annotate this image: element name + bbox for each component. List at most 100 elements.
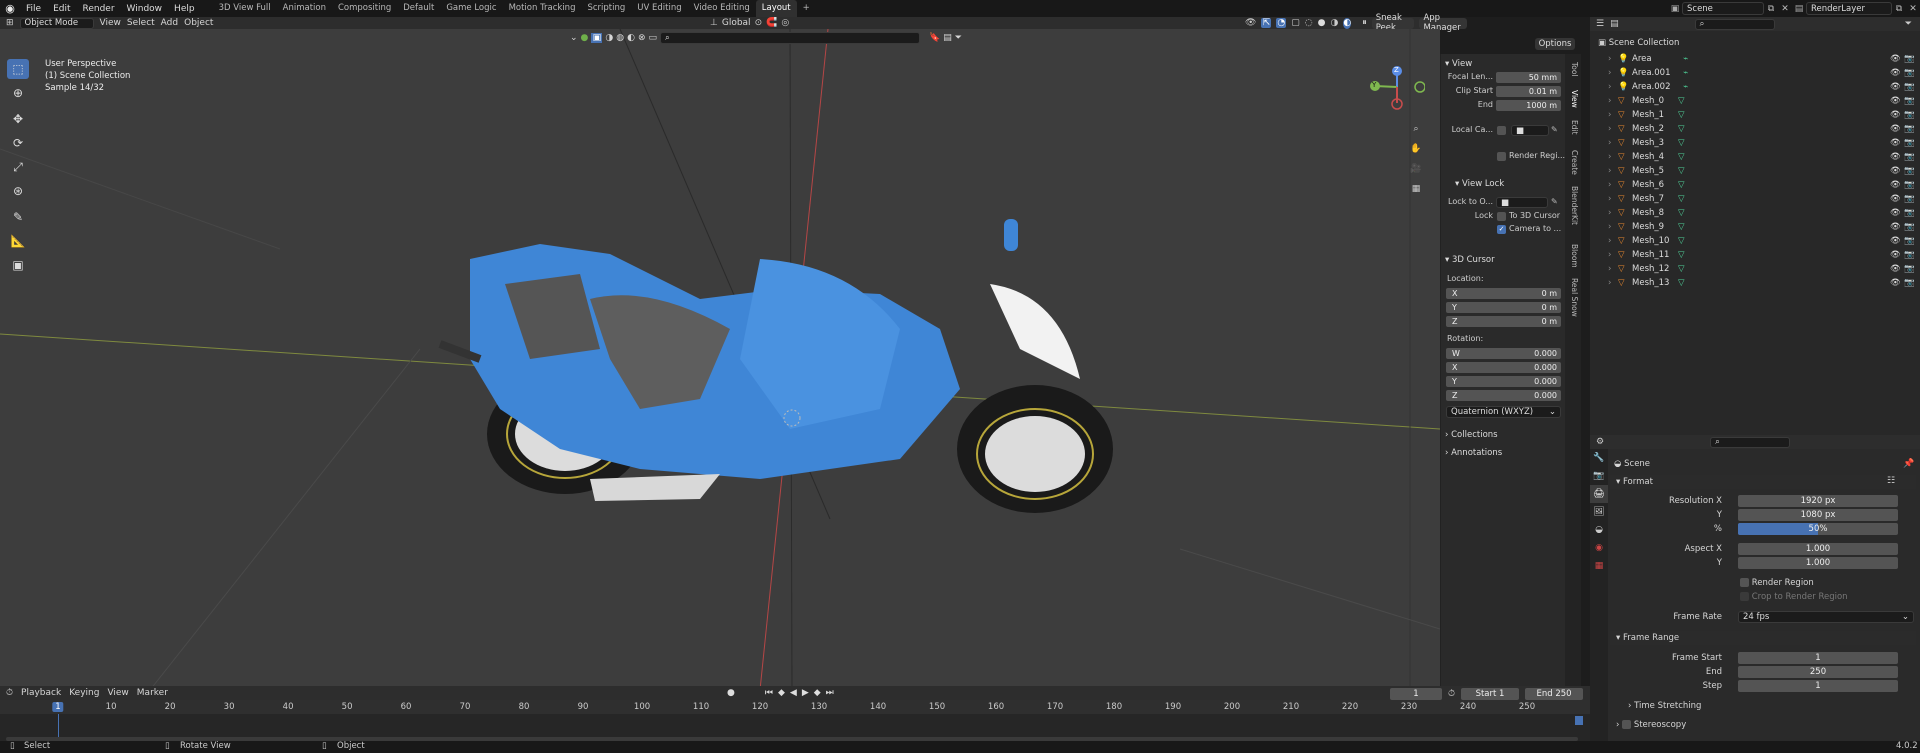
eye-icon[interactable]: 👁 xyxy=(1890,95,1901,108)
eye-icon[interactable]: 👁 xyxy=(1890,67,1901,80)
play-reverse-icon[interactable]: ◀ xyxy=(790,688,797,698)
blender-logo-icon[interactable]: ◉ xyxy=(0,2,20,15)
pin-icon[interactable]: 📌 xyxy=(1903,459,1914,469)
workspace-tab-animation[interactable]: Animation xyxy=(277,0,332,17)
timeline-menu-marker[interactable]: Marker xyxy=(137,688,168,698)
tab-tool[interactable]: Tool xyxy=(1567,62,1579,77)
editor-type-icon[interactable]: ⊞ xyxy=(6,18,14,28)
viewport-menu-view[interactable]: View xyxy=(100,18,121,28)
expand-arrow-icon[interactable]: › xyxy=(1608,137,1611,150)
eye-icon[interactable]: 👁 xyxy=(1890,193,1901,206)
cursor-rotation-x[interactable]: X 0.000 xyxy=(1446,362,1561,373)
filter-material-icon[interactable]: ◑ xyxy=(605,33,613,43)
menu-render[interactable]: Render xyxy=(77,4,121,14)
outliner-filter-icon[interactable]: ⏷ xyxy=(1905,19,1912,29)
new-scene-icon[interactable]: ⧉ xyxy=(1764,4,1778,14)
move-tool[interactable]: ✥ xyxy=(7,109,29,129)
next-keyframe-icon[interactable]: ◆ xyxy=(814,688,821,698)
collections-section-header[interactable]: › Collections xyxy=(1445,430,1498,440)
crop-region-option[interactable]: Crop to Render Region xyxy=(1740,591,1848,603)
outliner-item[interactable]: › 💡 Area ⌁ 👁 📷 xyxy=(1590,53,1920,66)
tab-view[interactable]: View xyxy=(1567,90,1579,108)
pan-hand-icon[interactable]: ✋ xyxy=(1408,141,1424,157)
filter-mesh-icon[interactable]: ▣ xyxy=(591,33,603,43)
output-props-icon[interactable]: 🖨 xyxy=(1590,485,1608,503)
expand-arrow-icon[interactable]: › xyxy=(1608,151,1611,164)
timeline-scrollbar[interactable] xyxy=(1575,716,1583,725)
aspect-y-field[interactable]: 1.000 xyxy=(1738,557,1898,569)
timeline-editor-icon[interactable]: ⏱ xyxy=(6,688,13,698)
clip-start-field[interactable]: 0.01 m xyxy=(1496,86,1561,97)
outliner-item[interactable]: › ▽ Mesh_10 ▽ 👁 📷 xyxy=(1590,235,1920,248)
outliner-item[interactable]: › ▽ Mesh_9 ▽ 👁 📷 xyxy=(1590,221,1920,234)
render-region-checkbox[interactable] xyxy=(1497,152,1506,161)
add-cube-tool[interactable]: ▣ xyxy=(7,255,29,275)
expand-arrow-icon[interactable]: › xyxy=(1608,263,1611,276)
outliner-item[interactable]: › ▽ Mesh_12 ▽ 👁 📷 xyxy=(1590,263,1920,276)
time-stretching-section-header[interactable]: › Time Stretching xyxy=(1628,700,1701,712)
app-manager-button[interactable]: App Manager xyxy=(1419,13,1468,33)
focal-length-field[interactable]: 50 mm xyxy=(1496,72,1561,83)
workspace-tab-motion-tracking[interactable]: Motion Tracking xyxy=(503,0,582,17)
end-frame-field[interactable]: End 250 xyxy=(1525,688,1584,700)
camera-render-icon[interactable]: 📷 xyxy=(1904,277,1915,290)
scene-props-icon[interactable]: ◒ xyxy=(1590,521,1608,539)
expand-arrow-icon[interactable]: › xyxy=(1608,165,1611,178)
camera-render-icon[interactable]: 📷 xyxy=(1904,207,1915,220)
cursor-location-z[interactable]: Z 0 m xyxy=(1446,316,1561,327)
view-section-header[interactable]: ▾ View xyxy=(1445,59,1472,69)
lock-to-object-field[interactable]: ■ xyxy=(1496,197,1548,208)
options-button[interactable]: Options xyxy=(1535,38,1575,50)
eyedropper-icon[interactable]: ✎ xyxy=(1551,125,1558,134)
filter-texture-icon[interactable]: ◍ xyxy=(616,33,624,43)
eye-icon[interactable]: 👁 xyxy=(1890,277,1901,290)
measure-tool[interactable]: 📐 xyxy=(7,231,29,251)
rotate-tool[interactable]: ⟳ xyxy=(7,133,29,153)
shading-rendered-icon[interactable]: ◐ xyxy=(1343,17,1352,29)
timeline-menu-keying[interactable]: Keying xyxy=(69,688,99,698)
eye-icon[interactable]: 👁 xyxy=(1890,137,1901,150)
expand-arrow-icon[interactable]: › xyxy=(1608,53,1611,66)
filter-world-icon[interactable]: ⊗ xyxy=(638,33,646,43)
camera-render-icon[interactable]: 📷 xyxy=(1904,109,1915,122)
menu-help[interactable]: Help xyxy=(168,4,201,14)
presets-list-icon[interactable]: ☷ xyxy=(1887,476,1895,486)
eye-icon[interactable]: 👁 xyxy=(1890,235,1901,248)
ortho-grid-icon[interactable]: ▦ xyxy=(1408,181,1424,197)
view-lock-header[interactable]: ▾ View Lock xyxy=(1455,179,1504,189)
stereoscopy-checkbox[interactable] xyxy=(1622,720,1632,729)
frame-rate-dropdown[interactable]: 24 fps ⌄ xyxy=(1738,611,1914,623)
camera-render-icon[interactable]: 📷 xyxy=(1904,235,1915,248)
scene-selector[interactable]: Scene xyxy=(1682,2,1764,15)
filter-camera-icon[interactable]: ▭ xyxy=(649,33,658,43)
eye-icon[interactable]: 👁 xyxy=(1890,53,1901,66)
outliner-item[interactable]: › ▽ Mesh_13 ▽ 👁 📷 xyxy=(1590,277,1920,290)
local-camera-field[interactable]: ■ xyxy=(1511,125,1549,136)
filter-object-icon[interactable]: ● xyxy=(581,33,589,43)
expand-arrow-icon[interactable]: › xyxy=(1608,123,1611,136)
outliner-scene-collection[interactable]: ▣ Scene Collection xyxy=(1590,37,1920,50)
local-camera-checkbox[interactable] xyxy=(1497,126,1506,135)
camera-render-icon[interactable]: 📷 xyxy=(1904,165,1915,178)
select-box-tool[interactable]: ⬚ xyxy=(7,59,29,79)
cursor-location-x[interactable]: X 0 m xyxy=(1446,288,1561,299)
crop-region-checkbox[interactable] xyxy=(1740,592,1749,601)
world-props-icon[interactable]: ◉ xyxy=(1590,539,1608,557)
outliner-item[interactable]: › 💡 Area.002 ⌁ 👁 📷 xyxy=(1590,81,1920,94)
shading-material-icon[interactable]: ◑ xyxy=(1330,18,1338,28)
eye-icon[interactable]: 👁 xyxy=(1890,179,1901,192)
viewport-search-input[interactable]: ⌕ xyxy=(660,32,921,44)
timeline-menu-playback[interactable]: Playback xyxy=(21,688,61,698)
camera-render-icon[interactable]: 📷 xyxy=(1904,221,1915,234)
clip-end-field[interactable]: 1000 m xyxy=(1496,100,1561,111)
workspace-tab-scripting[interactable]: Scripting xyxy=(581,0,631,17)
camera-render-icon[interactable]: 📷 xyxy=(1904,263,1915,276)
cursor-rotation-w[interactable]: W 0.000 xyxy=(1446,348,1561,359)
current-frame-field[interactable]: 1 xyxy=(1390,688,1442,700)
render-region-option[interactable]: Render Region xyxy=(1740,577,1814,589)
outliner-item[interactable]: › ▽ Mesh_3 ▽ 👁 📷 xyxy=(1590,137,1920,150)
filter-light-icon[interactable]: ◐ xyxy=(627,33,635,43)
outliner-item[interactable]: › ▽ Mesh_7 ▽ 👁 📷 xyxy=(1590,193,1920,206)
rotation-mode-dropdown[interactable]: Quaternion (WXYZ) ⌄ xyxy=(1446,406,1561,418)
grid-view-icon[interactable]: ▤ xyxy=(943,33,952,43)
